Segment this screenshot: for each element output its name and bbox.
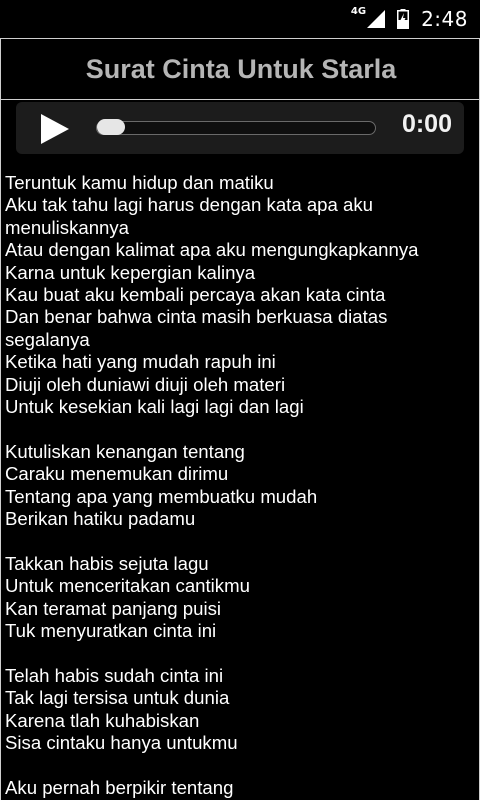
lyrics-line: Kau buat aku kembali percaya akan kata c… bbox=[5, 284, 386, 306]
lyrics-line: Ketika hati yang mudah rapuh ini bbox=[5, 351, 276, 373]
lyrics-text: Teruntuk kamu hidup dan matiku Aku tak ta… bbox=[5, 172, 475, 799]
lyrics-line: Karena tlah kuhabiskan bbox=[5, 709, 200, 731]
lyrics-line: Karna untuk kepergian kalinya bbox=[5, 261, 256, 283]
lyrics-line: Takkan habis sejuta lagu bbox=[5, 552, 209, 574]
lyrics-line: Kutuliskan kenangan tentang bbox=[5, 440, 245, 462]
lyrics-line: Untuk kesekian kali lagi lagi dan lagi bbox=[5, 396, 304, 418]
lyrics-line: Atau dengan kalimat apa aku mengungkapka… bbox=[5, 239, 419, 261]
lyrics-line: Caraku menemukan dirimu bbox=[5, 463, 229, 485]
cell-signal-icon bbox=[367, 10, 386, 28]
status-clock: 2:48 bbox=[421, 7, 468, 31]
lyrics-line: Teruntuk kamu hidup dan matiku bbox=[5, 172, 274, 193]
network-type-label: 4G bbox=[350, 5, 367, 17]
seek-bar[interactable] bbox=[96, 121, 376, 135]
playback-time: 0:00 bbox=[401, 110, 452, 138]
lyrics-line: segalanya bbox=[5, 328, 90, 350]
lyrics-line: Aku tak tahu lagi harus dengan kata apa … bbox=[5, 194, 374, 216]
audio-player: 0:00 bbox=[16, 102, 464, 154]
main-panel: Surat Cinta Untuk Starla 0:00 Teruntuk k… bbox=[0, 38, 480, 800]
lyrics-blank-line bbox=[5, 755, 475, 777]
lyrics-line: Diuji oleh duniawi diuji oleh materi bbox=[5, 373, 286, 395]
battery-icon bbox=[397, 9, 410, 29]
lyrics-line: Kan teramat panjang puisi bbox=[5, 597, 222, 619]
title-bar: Surat Cinta Untuk Starla bbox=[1, 39, 479, 100]
lyrics-blank-line bbox=[5, 418, 475, 440]
lyrics-line: menuliskannya bbox=[5, 216, 130, 238]
lyrics-blank-line bbox=[5, 643, 475, 665]
play-icon[interactable] bbox=[37, 112, 71, 146]
lyrics-line: Dan benar bahwa cinta masih berkuasa dia… bbox=[5, 306, 388, 328]
lyrics-line: Untuk menceritakan cantikmu bbox=[5, 575, 250, 597]
page-title: Surat Cinta Untuk Starla bbox=[85, 53, 397, 84]
lyrics-line: Tuk menyuratkan cinta ini bbox=[5, 620, 217, 642]
lyrics-line: Tentang apa yang membuatku mudah bbox=[5, 485, 318, 507]
status-bar: 4G 2:48 bbox=[0, 0, 480, 38]
lyrics-line: Tak lagi tersisa untuk dunia bbox=[5, 687, 230, 709]
lyrics-line: Berikan hatiku padamu bbox=[5, 508, 196, 530]
lyrics-blank-line bbox=[5, 530, 475, 552]
lyrics-line: Sisa cintaku hanya untukmu bbox=[5, 732, 238, 754]
seek-thumb[interactable] bbox=[97, 119, 125, 135]
status-icons: 4G 2:48 bbox=[351, 0, 468, 38]
lyrics-line: Aku pernah berpikir tentang bbox=[5, 776, 234, 798]
lyrics-line: Telah habis sudah cinta ini bbox=[5, 664, 224, 686]
